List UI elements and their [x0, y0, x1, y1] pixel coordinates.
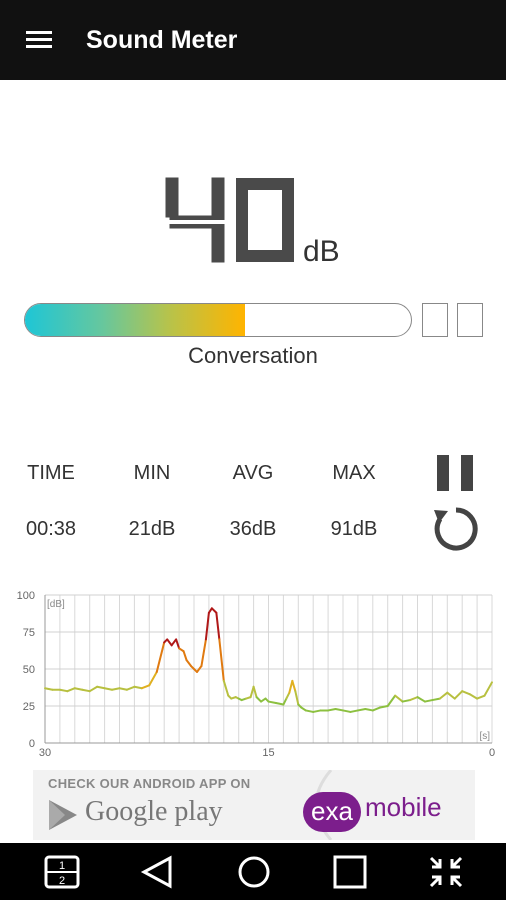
data-line-segment [155, 641, 166, 673]
data-line-segment [476, 694, 486, 700]
peak-indicator-2 [457, 303, 483, 337]
y-tick-label: 100 [17, 590, 35, 602]
data-line-segment [267, 700, 277, 705]
data-line-segment [44, 687, 54, 691]
level-meter-bar [24, 303, 412, 337]
data-line-segment [461, 690, 471, 696]
recents-icon[interactable] [332, 855, 368, 889]
ad-banner[interactable]: CHECK OUR ANDROID APP ON Google play exa… [33, 770, 475, 840]
data-line-segment [81, 688, 91, 693]
x-unit-label: [s] [479, 731, 490, 742]
data-line-segment [200, 638, 207, 668]
data-line-segment [304, 709, 315, 713]
data-line-segment [416, 696, 426, 703]
data-line-segment [96, 685, 106, 690]
ad-store-name: Google play [85, 796, 223, 827]
data-line-segment [423, 699, 434, 703]
menu-icon[interactable] [26, 31, 52, 49]
sound-history-chart: 100 75 50 25 0 30 15 0 [dB] [s] [17, 590, 495, 759]
data-line-segment [166, 638, 173, 647]
svg-text:2: 2 [59, 875, 65, 887]
mobile-logo-text: mobile [365, 792, 442, 822]
x-tick-label: 30 [39, 747, 51, 759]
data-line-segment [386, 694, 397, 707]
data-line-segment [185, 659, 193, 668]
data-line-segment [111, 687, 121, 691]
stat-header-avg: AVG [232, 462, 274, 484]
y-tick-label: 50 [23, 664, 35, 676]
stat-value-avg: 36dB [229, 518, 277, 540]
data-line-segment [125, 685, 136, 691]
google-play-icon [49, 800, 77, 830]
data-line-segment [118, 687, 128, 691]
svg-text:1: 1 [59, 860, 65, 872]
data-line-segment [222, 679, 230, 697]
data-line-segment [356, 707, 367, 712]
collapse-icon[interactable] [428, 855, 464, 889]
home-icon[interactable] [236, 855, 272, 889]
y-tick-label: 0 [29, 738, 35, 750]
exa-logo-badge: exa [303, 792, 361, 832]
data-line-segment [438, 691, 449, 700]
data-line-segment [342, 709, 352, 713]
system-nav-bar: 1 2 [0, 843, 506, 900]
x-tick-label: 15 [262, 747, 274, 759]
data-line-segment [349, 709, 359, 713]
stat-header-min: MIN [133, 462, 171, 484]
data-line-segment [148, 670, 158, 687]
stat-value-time: 00:38 [25, 518, 77, 540]
data-line-segment [274, 702, 285, 706]
data-line-segment [182, 650, 188, 662]
stat-header-time: TIME [27, 462, 75, 484]
y-unit-label: [dB] [47, 599, 65, 610]
data-line-segment [446, 691, 456, 700]
data-line-segment [73, 687, 84, 691]
stat-value-min: 21dB [128, 518, 176, 540]
data-line-segment [401, 699, 412, 703]
pause-button[interactable] [437, 455, 475, 491]
data-line-segment [218, 638, 225, 682]
stat-header-max: MAX [332, 462, 376, 484]
data-line-segment [334, 707, 344, 712]
data-line-segment [291, 679, 297, 693]
data-line-segment [371, 706, 382, 712]
data-line-segment [431, 697, 441, 702]
ad-headline: CHECK OUR ANDROID APP ON [48, 776, 251, 791]
data-line-segment [215, 611, 221, 641]
data-line-segment [483, 681, 493, 697]
data-line-segment [453, 690, 464, 700]
reset-button[interactable] [431, 504, 481, 554]
peak-indicator-1 [422, 303, 448, 337]
data-line-segment [66, 687, 76, 693]
app-title: Sound Meter [86, 26, 238, 54]
data-line-segment [140, 684, 151, 690]
data-line-segment [88, 685, 99, 693]
data-line-segment [58, 688, 69, 693]
y-tick-label: 75 [23, 627, 35, 639]
db-unit-label: dB [303, 235, 340, 268]
seven-segment-digits [160, 177, 294, 263]
data-line-segment [312, 709, 322, 713]
data-line-segment [409, 696, 419, 702]
data-line-segment [364, 707, 374, 712]
x-tick-label: 0 [489, 747, 495, 759]
data-line-segment [394, 694, 404, 703]
y-tick-label: 25 [23, 701, 35, 713]
back-icon[interactable] [140, 855, 176, 889]
data-line-segment [468, 693, 479, 700]
data-line-segment [133, 685, 143, 690]
app-bar: Sound Meter [0, 0, 506, 80]
data-line-segment [327, 707, 337, 712]
reset-icon [434, 507, 478, 551]
sim-switch-icon[interactable]: 1 2 [44, 855, 80, 889]
data-line-segment [103, 687, 114, 691]
pause-icon [437, 455, 449, 491]
stat-value-max: 91dB [330, 518, 378, 540]
noise-level-label: Conversation [188, 343, 318, 368]
level-meter-fill [25, 304, 246, 336]
